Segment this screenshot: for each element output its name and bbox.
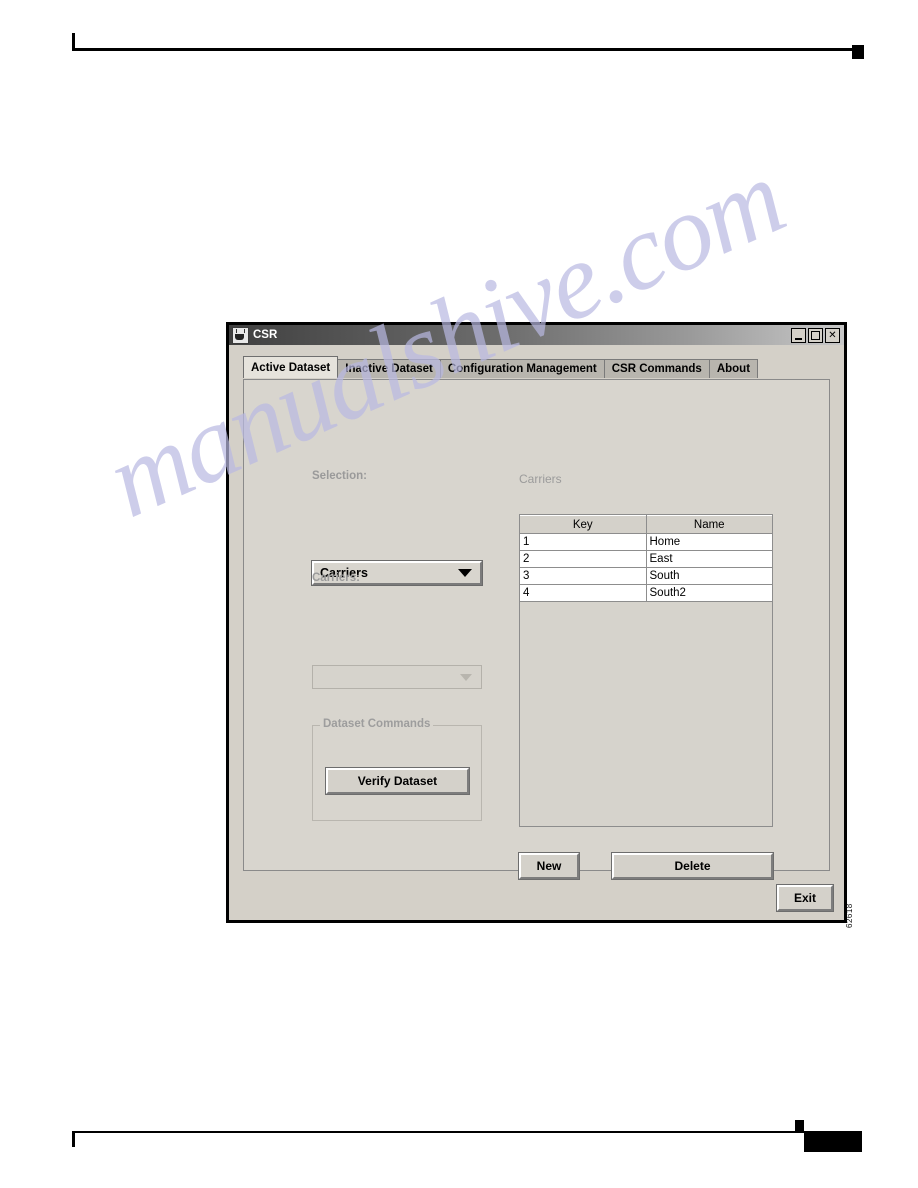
delete-button[interactable]: Delete [611, 852, 774, 880]
table-row[interactable]: 2 East [520, 550, 772, 568]
cell-name: Home [646, 533, 772, 551]
page-marker-top-right [852, 45, 864, 59]
close-icon[interactable]: ✕ [825, 327, 840, 343]
verify-dataset-button[interactable]: Verify Dataset [325, 767, 470, 795]
exit-button[interactable]: Exit [776, 884, 834, 912]
cell-key: 1 [520, 533, 647, 551]
table-row[interactable]: 1 Home [520, 533, 772, 551]
cell-name: South [646, 567, 772, 585]
tab-csr-commands[interactable]: CSR Commands [603, 359, 710, 378]
selection-label: Selection: [312, 470, 367, 482]
cell-key: 4 [520, 584, 647, 602]
chevron-down-icon [458, 569, 472, 577]
page-rule-top [72, 48, 862, 51]
window-controls: ✕ [791, 327, 842, 343]
maximize-icon[interactable] [808, 327, 823, 343]
page-rule-bottom [72, 1131, 862, 1133]
dataset-commands-group-title: Dataset Commands [320, 718, 434, 730]
tab-active-dataset[interactable]: Active Dataset [243, 356, 339, 378]
table-header-row: Key Name [520, 515, 772, 534]
minimize-icon[interactable] [791, 327, 806, 343]
page-number-tab [804, 1132, 862, 1152]
cell-key: 2 [520, 550, 647, 568]
chevron-down-icon [460, 673, 472, 681]
new-button[interactable]: New [518, 852, 580, 880]
figure-id: 62618 [845, 903, 854, 928]
active-dataset-panel: Selection: Carriers Carriers: Dataset Co… [243, 379, 830, 880]
tab-configuration-management[interactable]: Configuration Management [439, 359, 605, 378]
tab-bar: Active Dataset Inactive Dataset Configur… [229, 345, 844, 378]
cell-name: South2 [646, 584, 772, 602]
window-title: CSR [253, 329, 278, 341]
table-heading: Carriers [519, 472, 562, 486]
tab-inactive-dataset[interactable]: Inactive Dataset [337, 359, 441, 378]
csr-application-window: CSR ✕ Active Dataset Inactive Dataset Co… [226, 322, 847, 923]
tab-about[interactable]: About [708, 359, 759, 378]
carriers-label: Carriers: [312, 572, 360, 584]
carriers-table: Key Name 1 Home 2 East 3 South 4 South2 [520, 515, 772, 602]
title-bar: CSR ✕ [229, 325, 844, 345]
page-crop-mark-bottom-left [72, 1131, 75, 1147]
table-row[interactable]: 3 South [520, 567, 772, 585]
java-coffee-cup-icon [232, 326, 249, 344]
carriers-combobox[interactable] [312, 665, 482, 689]
cell-name: East [646, 550, 772, 568]
column-header-key[interactable]: Key [520, 515, 647, 534]
table-row[interactable]: 4 South2 [520, 584, 772, 602]
page-marker-bottom-small [795, 1120, 804, 1132]
carriers-table-scrollpane[interactable]: Key Name 1 Home 2 East 3 South 4 South2 [519, 514, 773, 827]
cell-key: 3 [520, 567, 647, 585]
column-header-name[interactable]: Name [646, 515, 772, 534]
